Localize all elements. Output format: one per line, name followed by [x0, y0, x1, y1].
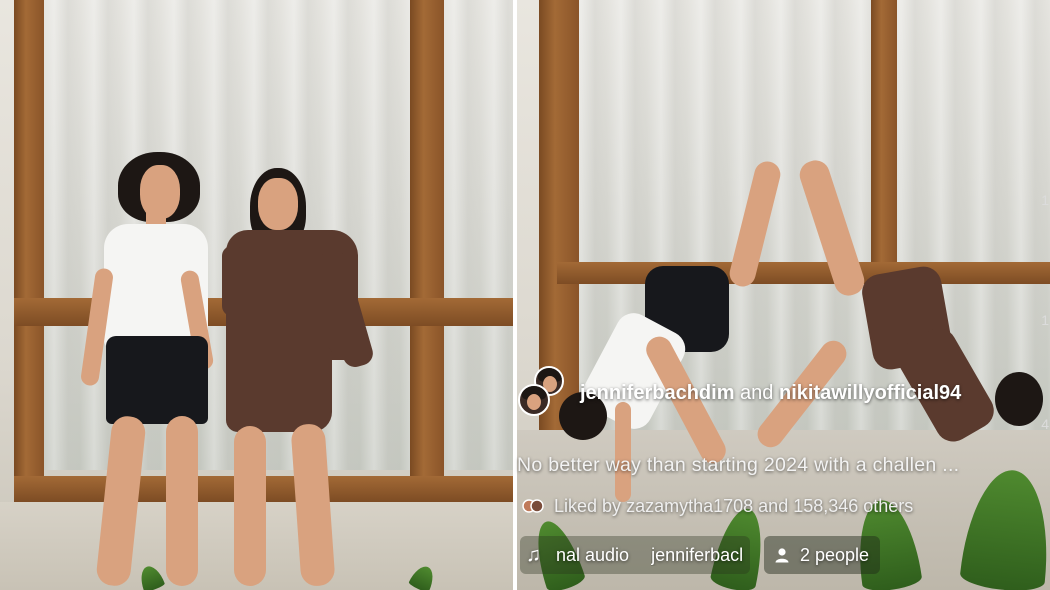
author-username-secondary[interactable]: nikitawillyofficial94	[779, 382, 961, 404]
likes-row[interactable]: Liked by zazamytha1708 and 158,346 other…	[522, 494, 913, 518]
post-authors: jenniferbachdim and nikitawillyofficial9…	[580, 382, 961, 405]
tagged-people-label: 2 people	[800, 544, 870, 565]
audio-title: nal audio	[556, 544, 630, 565]
audio-author: jenniferbacl	[651, 544, 744, 565]
audio-button[interactable]: ♫ nal audio jenniferbacl	[520, 536, 750, 574]
music-note-icon: ♫	[526, 543, 541, 566]
avatar[interactable]	[518, 384, 550, 416]
collab-avatars[interactable]	[518, 366, 564, 418]
tagged-people-button[interactable]: 2 people	[764, 536, 880, 574]
left-video-frame	[0, 0, 513, 590]
edge-mark: 1	[1041, 192, 1049, 208]
likes-username[interactable]: zazamytha1708	[626, 496, 753, 516]
author-username-primary[interactable]: jenniferbachdim	[580, 382, 734, 404]
post-caption[interactable]: No better way than starting 2024 with a …	[517, 454, 959, 477]
likes-suffix[interactable]: and 158,346 others	[758, 496, 913, 516]
author-join: and	[740, 382, 774, 404]
window-frame	[557, 262, 1050, 284]
likes-prefix: Liked by	[554, 495, 622, 516]
edge-mark: 1	[1041, 312, 1049, 328]
window-frame	[410, 0, 444, 500]
window-frame	[14, 0, 44, 500]
window-frame	[871, 0, 897, 300]
person-icon	[774, 547, 790, 563]
curtain	[440, 0, 513, 470]
likes-text: Liked by zazamytha1708 and 158,346 other…	[554, 496, 913, 517]
liked-by-avatars-icon	[522, 497, 544, 515]
curtain	[40, 0, 410, 470]
edge-mark: 4	[1041, 416, 1049, 432]
